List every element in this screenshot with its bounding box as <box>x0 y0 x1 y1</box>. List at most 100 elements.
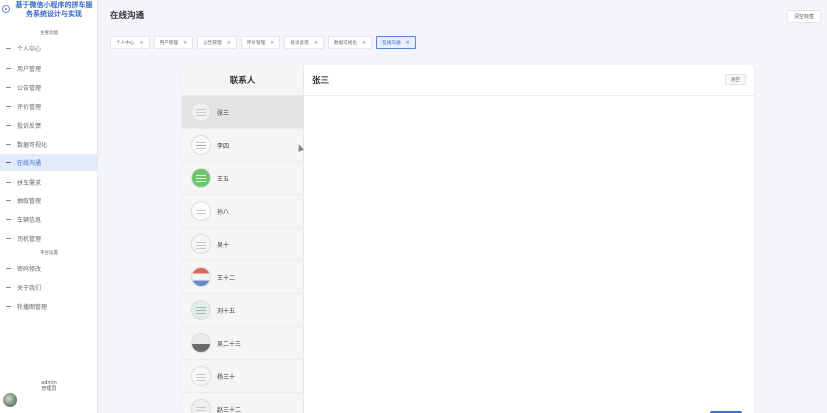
tag-label: 评价管理 <box>246 40 266 46</box>
tag-users[interactable]: 用户管理 × <box>153 36 194 49</box>
contact-item[interactable]: 吴二十三 <box>182 327 304 360</box>
contact-item[interactable]: 张三 <box>182 96 304 129</box>
tag-label: 在线沟通 <box>382 40 401 46</box>
contact-list: 联系人 张三 李四 王五 孙八 吴十 王十二 刘十五 吴二十三 杨三十 赵三十二 <box>182 65 304 413</box>
dash-icon <box>6 287 11 288</box>
tag-bar: 个人中心 × 用户管理 × 公告管理 × 评价管理 × 投诉反馈 × 数据可视化 × 在线沟… <box>110 36 416 49</box>
sidebar-item-reviews[interactable]: 评价管理 <box>0 98 98 115</box>
menu-group-platform: 平台设置 <box>40 251 58 256</box>
sidebar-item-label: 公告管理 <box>17 85 42 92</box>
avatar <box>191 366 211 386</box>
avatar[interactable] <box>3 393 17 407</box>
menu-group-main: 主要功能 <box>40 31 58 36</box>
sidebar-item-users[interactable]: 用户管理 <box>0 60 98 77</box>
contact-item[interactable]: 吴十 <box>182 228 304 261</box>
close-icon[interactable]: × <box>183 40 187 46</box>
clear-tags-button[interactable]: 清空标签 <box>786 10 821 23</box>
close-icon[interactable]: × <box>270 40 274 46</box>
avatar <box>191 135 211 155</box>
sidebar-item-label: 用户管理 <box>17 66 42 73</box>
contact-item[interactable]: 赵三十二 <box>182 393 304 413</box>
sidebar-item-label: 评价管理 <box>17 104 42 111</box>
sidebar-item-label: 拼车需求 <box>17 180 42 187</box>
avatar <box>191 234 211 254</box>
dash-icon <box>6 219 11 220</box>
avatar <box>191 267 211 287</box>
contact-name: 张三 <box>217 109 230 117</box>
sidebar-item-label: 密码修改 <box>17 266 42 273</box>
sidebar-item-label: 个人中心 <box>17 46 42 53</box>
tag-label: 个人中心 <box>116 40 135 46</box>
tag-label: 用户管理 <box>159 40 178 46</box>
tag-label: 投诉反馈 <box>290 40 309 46</box>
dash-icon <box>6 68 11 69</box>
dash-icon <box>6 144 11 145</box>
contact-item[interactable]: 杨三十 <box>182 360 304 393</box>
tag-complaints[interactable]: 投诉反馈 × <box>284 36 324 49</box>
sidebar-item-label: 投诉反馈 <box>17 123 42 130</box>
conversation-header: 张三 清空 <box>304 65 754 96</box>
dash-icon <box>6 87 11 88</box>
contact-name: 李四 <box>217 142 230 150</box>
contact-item[interactable]: 孙八 <box>182 195 304 228</box>
sidebar-item-change-password[interactable]: 密码修改 <box>0 260 98 277</box>
avatar <box>191 168 211 188</box>
close-icon[interactable]: × <box>362 40 366 46</box>
clear-chat-button[interactable]: 清空 <box>724 74 746 85</box>
tag-personal-center[interactable]: 个人中心 × <box>110 36 150 49</box>
sidebar-item-extraction[interactable]: 抽取管理 <box>0 192 98 209</box>
dash-icon <box>6 182 11 183</box>
sidebar-item-complaints[interactable]: 投诉反馈 <box>0 117 98 134</box>
contact-item[interactable]: 王五 <box>182 162 304 195</box>
conversation-title: 张三 <box>312 76 330 86</box>
avatar <box>191 300 211 320</box>
contact-item[interactable]: 李四 <box>182 129 304 162</box>
sidebar-item-label: 轮播图管理 <box>17 304 48 311</box>
page-title: 在线沟通 <box>110 11 145 21</box>
tag-notices[interactable]: 公告管理 × <box>197 36 237 49</box>
sidebar-item-vehicles[interactable]: 车辆信息 <box>0 211 98 228</box>
sidebar-item-carpool-requests[interactable]: 拼车需求 <box>0 174 98 191</box>
dash-icon <box>6 306 11 307</box>
sidebar-item-carousel[interactable]: 轮播图管理 <box>0 298 98 315</box>
contact-item[interactable]: 刘十五 <box>182 294 304 327</box>
user-role: 管理员 <box>41 386 57 392</box>
contact-name: 赵三十二 <box>217 406 242 413</box>
sidebar-item-label: 关于我们 <box>17 285 42 292</box>
avatar <box>191 333 211 353</box>
close-icon[interactable]: × <box>139 40 143 46</box>
sidebar-item-label: 车辆信息 <box>17 217 42 224</box>
dash-icon <box>6 162 11 163</box>
close-icon[interactable]: × <box>227 40 231 46</box>
close-icon[interactable]: × <box>314 40 318 46</box>
message-area[interactable] <box>304 96 754 413</box>
sidebar-item-online-chat[interactable]: 在线沟通 <box>0 154 98 171</box>
user-info: admin 管理员 <box>0 380 98 392</box>
contacts-title: 联系人 <box>182 65 303 96</box>
tag-online-chat[interactable]: 在线沟通 × <box>376 36 416 49</box>
dash-icon <box>6 106 11 107</box>
dash-icon <box>6 268 11 269</box>
tag-label: 数据可视化 <box>333 40 357 46</box>
contact-name: 吴十 <box>217 241 230 249</box>
tag-data-visualization[interactable]: 数据可视化 × <box>327 36 373 49</box>
sidebar-item-data-visualization[interactable]: 数据可视化 <box>0 136 98 153</box>
dash-icon <box>6 238 11 239</box>
contact-name: 吴二十三 <box>217 340 242 348</box>
avatar <box>191 201 211 221</box>
tag-reviews[interactable]: 评价管理 × <box>240 36 281 49</box>
avatar <box>191 102 211 122</box>
avatar <box>191 399 211 413</box>
sidebar-item-label: 数据可视化 <box>17 142 48 149</box>
sidebar-item-label: 在线沟通 <box>17 160 42 167</box>
dash-icon <box>6 125 11 126</box>
sidebar-item-notices[interactable]: 公告管理 <box>0 79 98 96</box>
main-content: 在线沟通 清空标签 个人中心 × 用户管理 × 公告管理 × 评价管理 × 投诉反馈 × … <box>98 0 827 413</box>
sidebar-item-drivers[interactable]: 司机管理 <box>0 230 98 247</box>
contact-item[interactable]: 王十二 <box>182 261 304 294</box>
close-icon[interactable]: × <box>406 40 410 46</box>
sidebar-item-personal-center[interactable]: 个人中心 <box>0 40 98 57</box>
brand: 基于微信小程序的拼车服务系统设计与实现 <box>0 0 98 24</box>
chat-panel: 联系人 张三 李四 王五 孙八 吴十 王十二 刘十五 吴二十三 杨三十 赵三十二… <box>182 65 754 413</box>
sidebar-item-about-us[interactable]: 关于我们 <box>0 279 98 296</box>
